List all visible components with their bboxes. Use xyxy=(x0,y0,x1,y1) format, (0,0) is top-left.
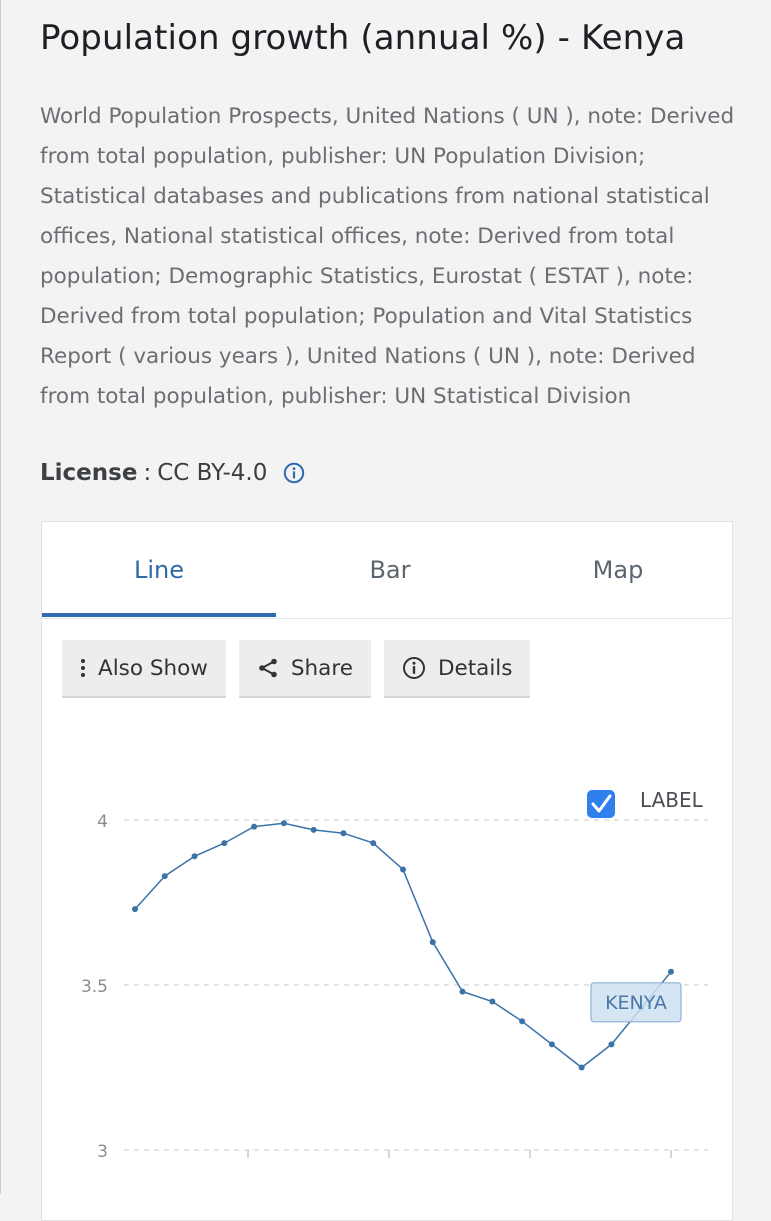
info-icon[interactable] xyxy=(283,462,305,484)
data-point[interactable] xyxy=(459,988,466,995)
data-point[interactable] xyxy=(608,1041,615,1048)
license-label: License xyxy=(40,460,138,486)
data-point[interactable] xyxy=(191,853,198,860)
page-title: Population growth (annual %) - Kenya xyxy=(40,18,686,58)
series-line xyxy=(134,822,672,1069)
license-separator: : xyxy=(143,460,152,486)
data-point[interactable] xyxy=(280,820,287,827)
data-point[interactable] xyxy=(578,1064,585,1071)
data-point[interactable] xyxy=(400,866,406,873)
y-tick-label: 3.5 xyxy=(81,977,108,997)
license-value: CC BY-4.0 xyxy=(157,460,268,486)
y-tick-label: 4 xyxy=(97,812,108,832)
label-toggle-text: LABEL xyxy=(640,788,704,812)
data-point[interactable] xyxy=(668,968,674,975)
data-point[interactable] xyxy=(161,873,168,880)
line-chart: 4 3.5 3 LABEL KENYA xyxy=(81,788,708,1162)
data-point[interactable] xyxy=(340,830,347,837)
chart-card: Line Bar Map Also Show Share Details 4 3… xyxy=(41,521,733,1221)
data-point[interactable] xyxy=(310,826,317,833)
data-point[interactable] xyxy=(489,998,496,1005)
y-tick-label: 3 xyxy=(97,1142,108,1162)
data-point[interactable] xyxy=(251,823,258,830)
page-edge xyxy=(0,0,1,1194)
source-text: World Population Prospects, United Natio… xyxy=(40,104,735,409)
label-checkbox[interactable] xyxy=(587,790,615,818)
data-point[interactable] xyxy=(132,906,138,913)
data-point[interactable] xyxy=(519,1018,526,1025)
data-point[interactable] xyxy=(429,939,436,946)
data-point[interactable] xyxy=(221,840,228,847)
series-label: KENYA xyxy=(605,992,667,1014)
data-point[interactable] xyxy=(370,840,377,847)
data-point[interactable] xyxy=(548,1041,555,1048)
label-toggle[interactable]: LABEL xyxy=(587,788,704,818)
license-row: License : CC BY-4.0 xyxy=(40,460,305,486)
